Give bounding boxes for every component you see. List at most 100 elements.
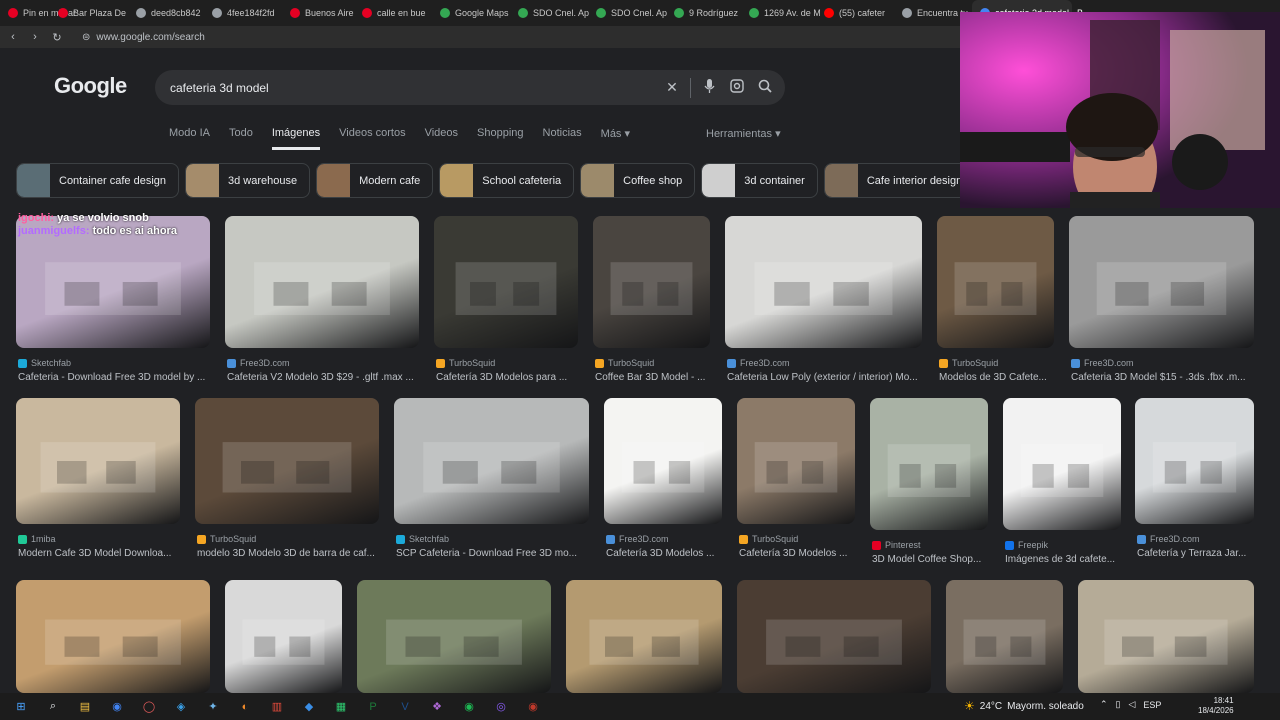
result-thumbnail[interactable] bbox=[604, 398, 722, 524]
tab-noticias[interactable]: Noticias bbox=[543, 127, 582, 150]
result-thumbnail[interactable] bbox=[225, 580, 342, 693]
result-thumbnail[interactable] bbox=[946, 580, 1063, 693]
taskbar-app-icon[interactable]: ⌕ bbox=[42, 698, 64, 716]
result-thumbnail[interactable] bbox=[434, 216, 578, 348]
taskbar-app-icon[interactable]: V bbox=[394, 698, 416, 716]
result-thumbnail[interactable] bbox=[195, 398, 379, 524]
browser-tab[interactable]: calle en bue bbox=[354, 0, 432, 26]
browser-tab[interactable]: (55) cafeter bbox=[816, 0, 894, 26]
result-thumbnail[interactable] bbox=[1135, 398, 1254, 524]
result-title[interactable]: Cafeteria V2 Modelo 3D $29 - .gltf .max … bbox=[227, 372, 431, 383]
tab-m-s[interactable]: Más ▾ bbox=[601, 127, 630, 150]
related-chip[interactable]: 3d container bbox=[701, 163, 818, 198]
volume-icon[interactable]: ◁ bbox=[1129, 699, 1136, 710]
result-source[interactable]: TurboSquid bbox=[739, 534, 798, 544]
browser-tab[interactable]: Google Maps bbox=[432, 0, 510, 26]
taskbar-app-icon[interactable]: ❖ bbox=[426, 698, 448, 716]
taskbar-app-icon[interactable]: ◉ bbox=[106, 698, 128, 716]
tab-im-genes[interactable]: Imágenes bbox=[271, 127, 321, 150]
result-source[interactable]: Free3D.com bbox=[1137, 534, 1200, 544]
google-logo[interactable]: Google bbox=[54, 73, 127, 99]
result-source[interactable]: Sketchfab bbox=[396, 534, 449, 544]
tab-videos[interactable]: Videos bbox=[425, 127, 458, 150]
result-source[interactable]: TurboSquid bbox=[939, 358, 998, 368]
taskbar-app-icon[interactable]: ▤ bbox=[74, 698, 96, 716]
tools-button[interactable]: Herramientas ▾ bbox=[706, 127, 781, 140]
result-thumbnail[interactable] bbox=[16, 580, 210, 693]
search-icon[interactable] bbox=[751, 79, 779, 96]
taskbar-app-icon[interactable]: ◆ bbox=[298, 698, 320, 716]
result-source[interactable]: TurboSquid bbox=[595, 358, 654, 368]
tab-shopping[interactable]: Shopping bbox=[477, 127, 524, 150]
result-title[interactable]: Cafetería 3D Modelos ... bbox=[606, 548, 734, 559]
result-title[interactable]: modelo 3D Modelo 3D de barra de caf... bbox=[197, 548, 391, 559]
result-thumbnail[interactable] bbox=[394, 398, 589, 524]
taskbar-app-icon[interactable]: ✦ bbox=[202, 698, 224, 716]
result-source[interactable]: TurboSquid bbox=[436, 358, 495, 368]
weather-widget[interactable]: ☀ 24°C Mayorm. soleado bbox=[964, 699, 1084, 713]
taskbar-app-icon[interactable]: ◯ bbox=[138, 698, 160, 716]
browser-tab[interactable]: Bar Plaza De bbox=[50, 0, 128, 26]
browser-tab[interactable]: 4fee184f2fd bbox=[204, 0, 282, 26]
search-box[interactable]: cafeteria 3d model ✕ bbox=[155, 70, 785, 105]
tab-modo-ia[interactable]: Modo IA bbox=[169, 127, 210, 150]
result-thumbnail[interactable] bbox=[16, 398, 180, 524]
chevron-up-icon[interactable]: ⌃ bbox=[1100, 699, 1108, 710]
result-source[interactable]: Freepik bbox=[1005, 540, 1048, 550]
result-title[interactable]: 3D Model Coffee Shop... bbox=[872, 554, 1000, 565]
lens-icon[interactable] bbox=[723, 79, 751, 96]
result-thumbnail[interactable] bbox=[737, 580, 931, 693]
result-source[interactable]: 1miba bbox=[18, 534, 56, 544]
related-chip[interactable]: Modern cafe bbox=[316, 163, 434, 198]
taskbar-app-icon[interactable]: ◐ bbox=[234, 698, 256, 716]
result-title[interactable]: Coffee Bar 3D Model - ... bbox=[595, 372, 722, 383]
browser-tab[interactable]: Buenos Aire bbox=[282, 0, 354, 26]
result-source[interactable]: Pinterest bbox=[872, 540, 921, 550]
result-title[interactable]: Cafeteria 3D Model $15 - .3ds .fbx .m... bbox=[1071, 372, 1266, 383]
result-thumbnail[interactable] bbox=[593, 216, 710, 348]
tab-todo[interactable]: Todo bbox=[229, 127, 253, 150]
browser-tab[interactable]: SDO Cnel. Ap bbox=[510, 0, 589, 26]
result-thumbnail[interactable] bbox=[566, 580, 722, 693]
result-source[interactable]: TurboSquid bbox=[197, 534, 256, 544]
result-title[interactable]: Cafeteria Low Poly (exterior / interior)… bbox=[727, 372, 934, 383]
result-title[interactable]: Cafetería y Terraza Jar... bbox=[1137, 548, 1266, 559]
result-thumbnail[interactable] bbox=[225, 216, 419, 348]
search-input[interactable]: cafeteria 3d model bbox=[170, 81, 658, 95]
clock[interactable]: 18:41 18/4/2026 bbox=[1198, 696, 1234, 716]
result-thumbnail[interactable] bbox=[1078, 580, 1254, 693]
browser-tab[interactable]: 9 Rodríguez bbox=[666, 0, 741, 26]
language-indicator[interactable]: ESP bbox=[1143, 700, 1161, 710]
result-title[interactable]: Modelos de 3D Cafete... bbox=[939, 372, 1066, 383]
related-chip[interactable]: Container cafe design bbox=[16, 163, 180, 198]
taskbar-app-icon[interactable]: ◉ bbox=[522, 698, 544, 716]
result-thumbnail[interactable] bbox=[1069, 216, 1254, 348]
tab-videos-cortos[interactable]: Videos cortos bbox=[339, 127, 405, 150]
result-thumbnail[interactable] bbox=[937, 216, 1054, 348]
taskbar-app-icon[interactable]: ▥ bbox=[266, 698, 288, 716]
taskbar-app-icon[interactable]: ◉ bbox=[458, 698, 480, 716]
result-source[interactable]: Free3D.com bbox=[227, 358, 290, 368]
taskbar-app-icon[interactable]: ◈ bbox=[170, 698, 192, 716]
url-text[interactable]: www.google.com/search bbox=[96, 32, 204, 43]
mic-icon[interactable] bbox=[695, 79, 723, 96]
back-icon[interactable]: ‹ bbox=[4, 31, 22, 43]
result-title[interactable]: Cafetería 3D Modelos para ... bbox=[436, 372, 590, 383]
taskbar-app-icon[interactable]: ▦ bbox=[330, 698, 352, 716]
browser-tab[interactable]: 1269 Av. de M bbox=[741, 0, 821, 26]
result-thumbnail[interactable] bbox=[1003, 398, 1121, 530]
result-thumbnail[interactable] bbox=[737, 398, 855, 524]
taskbar-app-icon[interactable]: P bbox=[362, 698, 384, 716]
result-source[interactable]: Free3D.com bbox=[1071, 358, 1134, 368]
forward-icon[interactable]: › bbox=[26, 31, 44, 43]
result-title[interactable]: Cafeteria - Download Free 3D model by ..… bbox=[18, 372, 222, 383]
taskbar-app-icon[interactable]: ⊞ bbox=[10, 698, 32, 716]
result-source[interactable]: Free3D.com bbox=[606, 534, 669, 544]
result-source[interactable]: Sketchfab bbox=[18, 358, 71, 368]
related-chip[interactable]: School cafeteria bbox=[439, 163, 575, 198]
reload-icon[interactable]: ↻ bbox=[48, 31, 66, 44]
browser-tab[interactable]: Pin en mi bar bbox=[0, 0, 76, 26]
result-thumbnail[interactable] bbox=[357, 580, 551, 693]
result-title[interactable]: Imágenes de 3d cafete... bbox=[1005, 554, 1133, 565]
result-title[interactable]: SCP Cafeteria - Download Free 3D mo... bbox=[396, 548, 601, 559]
